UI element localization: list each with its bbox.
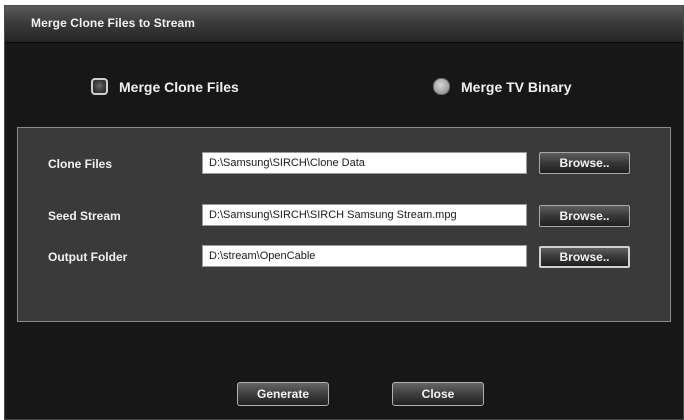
radio-unselected-icon <box>433 78 450 95</box>
merge-clone-files-dialog: Merge Clone Files to Stream Merge Clone … <box>4 5 684 420</box>
merge-clone-files-label: Merge Clone Files <box>119 78 239 95</box>
seed-stream-field[interactable]: D:\Samsung\SIRCH\SIRCH Samsung Stream.mp… <box>202 204 527 226</box>
output-folder-field[interactable]: D:\stream\OpenCable <box>202 245 527 267</box>
clone-files-browse-button[interactable]: Browse.. <box>539 152 630 174</box>
clone-files-label: Clone Files <box>48 157 113 171</box>
merge-clone-files-radio[interactable]: Merge Clone Files <box>91 78 239 95</box>
output-folder-label: Output Folder <box>48 250 128 264</box>
clone-files-field[interactable]: D:\Samsung\SIRCH\Clone Data <box>202 152 527 174</box>
merge-tv-binary-label: Merge TV Binary <box>461 78 572 95</box>
seed-stream-browse-button[interactable]: Browse.. <box>539 205 630 227</box>
radio-selected-icon <box>91 78 108 95</box>
output-folder-browse-button[interactable]: Browse.. <box>539 246 630 268</box>
file-settings-panel: Clone Files D:\Samsung\SIRCH\Clone Data … <box>17 127 671 322</box>
window-title: Merge Clone Files to Stream <box>31 16 196 30</box>
merge-tv-binary-radio[interactable]: Merge TV Binary <box>433 78 571 95</box>
title-bar: Merge Clone Files to Stream <box>5 6 683 43</box>
generate-button[interactable]: Generate <box>237 382 329 406</box>
seed-stream-label: Seed Stream <box>48 209 121 223</box>
close-button[interactable]: Close <box>392 382 484 406</box>
